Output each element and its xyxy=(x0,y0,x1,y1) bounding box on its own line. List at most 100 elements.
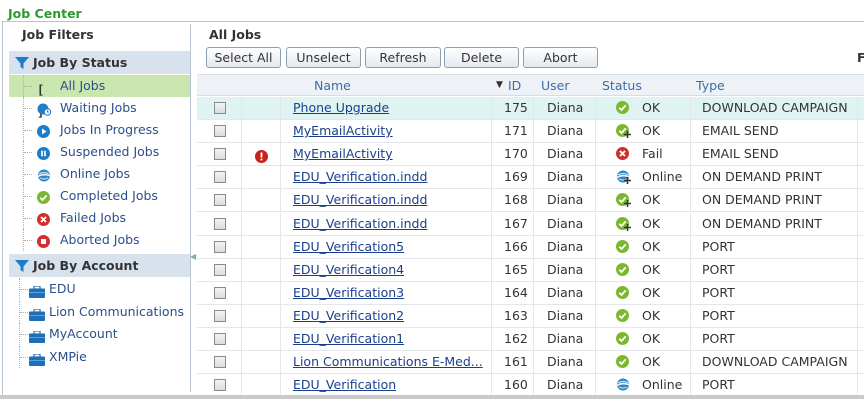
sidebar-item-aborted-jobs[interactable]: Aborted Jobs xyxy=(9,229,190,251)
job-name-link[interactable]: MyEmailActivity xyxy=(293,143,393,166)
tree-connector xyxy=(23,163,33,185)
abort-button[interactable]: Abort xyxy=(523,47,598,68)
job-user: Diana xyxy=(547,192,584,208)
sidebar-item-completed-jobs[interactable]: Completed Jobs xyxy=(9,185,190,207)
tree-connector xyxy=(19,345,28,368)
account-item-label: MyAccount xyxy=(49,326,118,341)
job-user: Diana xyxy=(547,331,584,346)
section-job-by-status[interactable]: Job By Status xyxy=(9,51,190,74)
job-name-link[interactable]: EDU_Verification.indd xyxy=(293,213,427,236)
table-row[interactable]: EDU_Verification3 164 Diana OK PORT xyxy=(197,281,864,305)
table-row[interactable]: Lion Communications E-Med... 161 Diana OK DO… xyxy=(197,351,864,375)
row-checkbox[interactable] xyxy=(214,333,226,345)
tree-connector xyxy=(19,323,28,345)
table-row[interactable]: EDU_Verification1 162 Diana OK PORT xyxy=(197,328,864,351)
job-name-link[interactable]: Phone Upgrade xyxy=(293,97,389,120)
row-checkbox[interactable] xyxy=(214,240,226,253)
column-header-name[interactable]: Name xyxy=(314,78,351,93)
job-status: Fail xyxy=(642,146,663,162)
row-checkbox[interactable] xyxy=(214,217,226,230)
fail-icon xyxy=(616,147,630,161)
account-item-myaccount[interactable]: MyAccount xyxy=(9,323,190,345)
table-row[interactable]: EDU_Verification4 165 Diana OK PORT xyxy=(197,258,864,282)
column-header-status[interactable]: Status xyxy=(602,78,642,93)
job-id: 175 xyxy=(504,100,528,115)
row-checkbox[interactable] xyxy=(214,102,226,114)
sidebar-item-all-jobs[interactable]: [ ] All Jobs xyxy=(9,75,190,119)
column-header-type[interactable]: Type xyxy=(696,78,725,93)
job-status: OK xyxy=(642,192,661,208)
job-type: PORT xyxy=(702,261,735,277)
job-name-link[interactable]: EDU_Verification3 xyxy=(293,282,404,305)
job-status: Online xyxy=(642,169,683,185)
table-row[interactable]: MyEmailActivity 171 Diana OK EMAIL SEND xyxy=(197,120,864,144)
sidebar-item-suspended-jobs[interactable]: Suspended Jobs xyxy=(9,141,190,163)
column-header-user[interactable]: User xyxy=(541,78,570,93)
section-job-by-account[interactable]: Job By Account xyxy=(9,254,190,277)
refresh-button[interactable]: Refresh xyxy=(365,47,441,68)
table-row[interactable]: Phone Upgrade 175 Diana OK DOWNLOAD CAMPAIGN xyxy=(197,97,864,120)
sidebar-title: Job Filters xyxy=(22,27,94,42)
tree-connector xyxy=(23,141,33,163)
online-globe-icon xyxy=(615,378,631,392)
check-icon xyxy=(37,189,51,204)
sidebar-item-failed-jobs[interactable]: Failed Jobs xyxy=(9,207,190,229)
funnel-icon xyxy=(15,57,29,69)
job-user: Diana xyxy=(547,146,584,162)
briefcase-icon xyxy=(29,283,45,298)
job-id: 165 xyxy=(504,261,528,277)
job-name-link[interactable]: EDU_Verification.indd xyxy=(293,189,427,212)
table-row[interactable]: MyEmailActivity 170 Diana Fail EMAIL SEND xyxy=(197,143,864,167)
sidebar-item-label: Online Jobs xyxy=(60,166,131,181)
row-checkbox[interactable] xyxy=(214,356,226,369)
job-type: PORT xyxy=(702,238,735,254)
job-id: 168 xyxy=(504,192,528,208)
sidebar-item-label: Failed Jobs xyxy=(60,210,127,225)
job-name-link[interactable]: EDU_Verification2 xyxy=(293,305,404,328)
job-name-link[interactable]: Lion Communications E-Med... xyxy=(293,351,483,374)
table-row[interactable]: EDU_Verification.indd 169 Diana Online ON DE… xyxy=(197,166,864,190)
account-item-lion-communications[interactable]: Lion Communications xyxy=(9,300,190,323)
job-name-link[interactable]: EDU_Verification.indd xyxy=(293,166,427,189)
sidebar-item-jobs-in-progress[interactable]: Jobs In Progress xyxy=(9,119,190,141)
row-checkbox[interactable] xyxy=(214,286,226,299)
column-header-id[interactable]: ID xyxy=(508,78,521,93)
row-checkbox[interactable] xyxy=(214,171,226,184)
job-status: OK xyxy=(642,307,661,323)
job-type: DOWNLOAD CAMPAIGN xyxy=(702,100,848,115)
sort-descending-icon[interactable]: ▼ xyxy=(496,80,503,90)
sidebar-item-online-jobs[interactable]: Online Jobs xyxy=(9,163,190,185)
job-status: OK xyxy=(642,354,661,370)
sidebar-splitter-handle[interactable]: ◀ xyxy=(190,252,196,264)
row-checkbox[interactable] xyxy=(214,194,226,207)
account-item-edu[interactable]: EDU xyxy=(9,278,190,300)
tree-connector xyxy=(23,207,33,229)
job-name-link[interactable]: EDU_Verification xyxy=(293,374,396,397)
sidebar-item-label: Aborted Jobs xyxy=(60,232,140,247)
row-checkbox[interactable] xyxy=(214,148,226,161)
table-row[interactable]: EDU_Verification.indd 168 Diana OK ON DEMAND… xyxy=(197,189,864,213)
job-name-link[interactable]: EDU_Verification1 xyxy=(293,328,404,351)
bottom-border xyxy=(0,395,864,399)
table-row[interactable]: EDU_Verification2 163 Diana OK PORT xyxy=(197,304,864,328)
row-checkbox[interactable] xyxy=(214,125,226,138)
account-item-xmpie[interactable]: XMPie xyxy=(9,345,190,368)
table-row[interactable]: EDU_Verification.indd 167 Diana OK ON DEMAND… xyxy=(197,212,864,236)
row-checkbox[interactable] xyxy=(214,309,226,322)
job-id: 162 xyxy=(504,331,528,346)
select-all-button[interactable]: Select All xyxy=(206,47,281,68)
online-globe-plus-icon xyxy=(615,170,631,185)
table-row[interactable]: EDU_Verification 160 Diana Online PORT xyxy=(197,374,864,398)
job-name-link[interactable]: MyEmailActivity xyxy=(293,120,393,143)
sidebar-item-waiting-jobs[interactable]: Waiting Jobs xyxy=(9,97,190,119)
row-checkbox[interactable] xyxy=(214,263,226,276)
job-type: DOWNLOAD CAMPAIGN xyxy=(702,354,848,370)
check-plus-icon xyxy=(616,193,631,208)
row-checkbox[interactable] xyxy=(214,379,226,392)
table-row[interactable]: EDU_Verification5 166 Diana OK PORT xyxy=(197,235,864,259)
delete-button[interactable]: Delete xyxy=(444,47,519,68)
job-name-link[interactable]: EDU_Verification5 xyxy=(293,236,404,259)
job-user: Diana xyxy=(547,238,584,254)
job-name-link[interactable]: EDU_Verification4 xyxy=(293,259,404,282)
unselect-button[interactable]: Unselect xyxy=(286,47,361,68)
